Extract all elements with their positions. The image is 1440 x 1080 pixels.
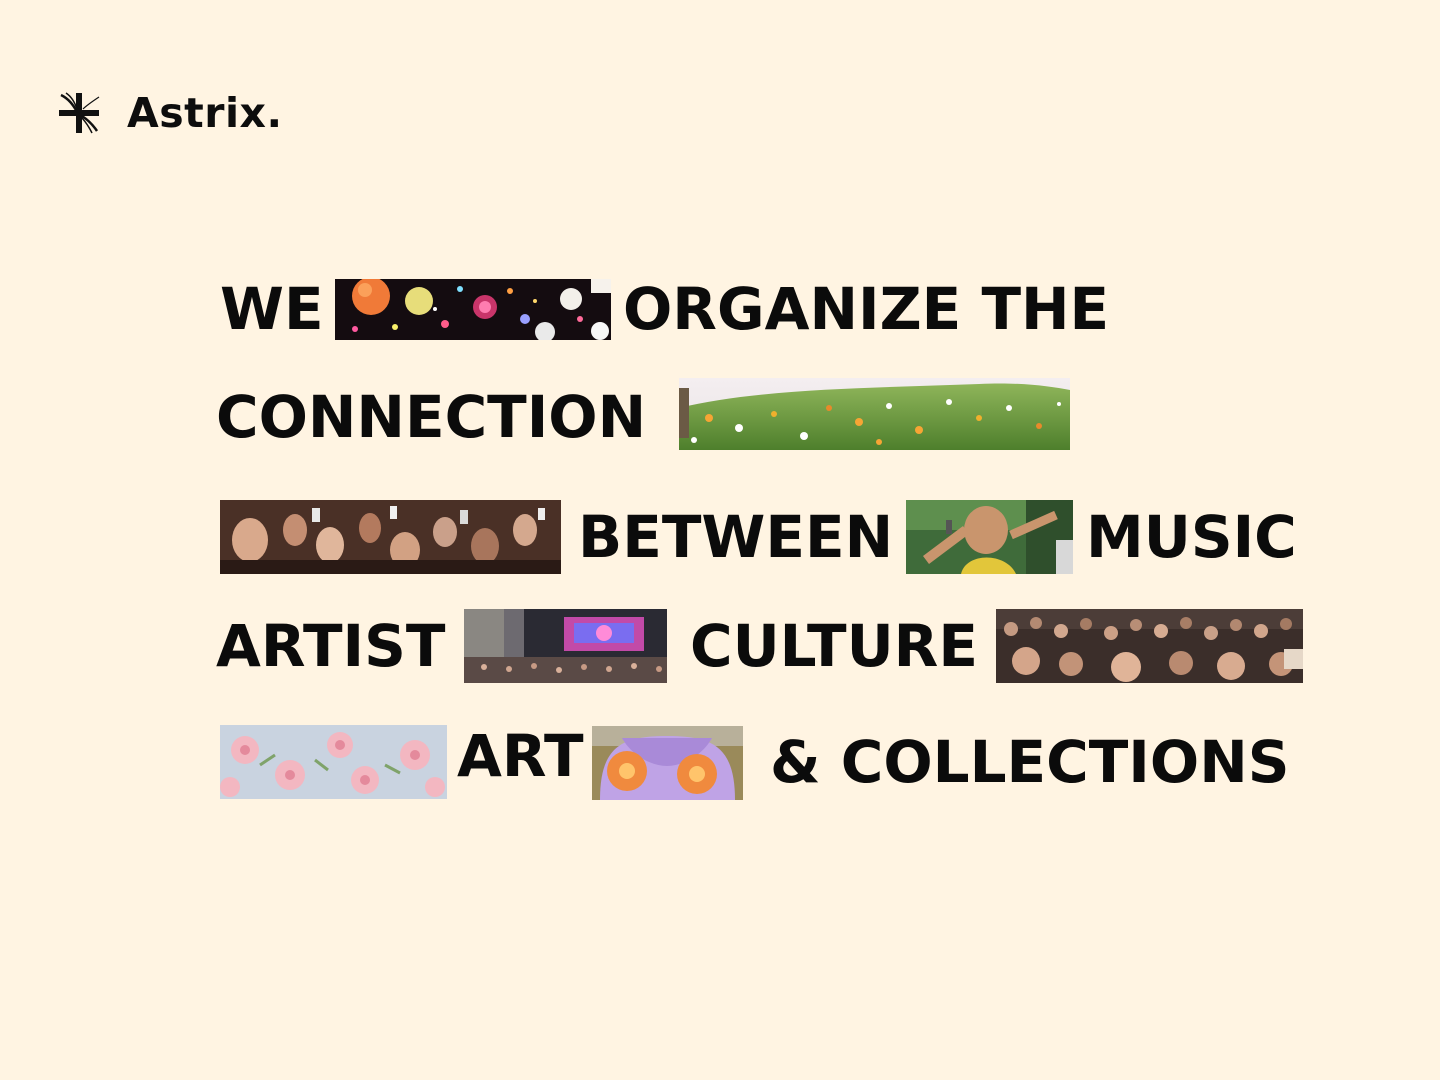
festival-stage-crowd-photo — [464, 609, 667, 683]
purple-inflatable-sculpture-photo — [592, 726, 743, 800]
flower-meadow-hill-photo — [679, 378, 1070, 450]
party-confetti-balloons-photo — [335, 279, 611, 340]
headline-word-organize-the: ORGANIZE THE — [623, 275, 1110, 343]
headline-word-we: WE — [220, 275, 324, 343]
headline-word-connection: CONNECTION — [216, 383, 647, 451]
pink-flower-wall-photo — [220, 725, 447, 799]
headline-word-culture: CULTURE — [690, 612, 978, 680]
concert-crowd-phones-photo — [220, 500, 561, 574]
brand-logo[interactable]: Astrix. — [55, 88, 283, 138]
brand-name: Astrix. — [127, 89, 283, 137]
headline-word-art: ART — [457, 722, 584, 790]
headline-word-between: BETWEEN — [578, 503, 894, 571]
pinwheel-cross-icon — [59, 92, 100, 134]
headline-word-collections: & COLLECTIONS — [770, 728, 1290, 796]
singer-performing-outdoor-photo — [906, 500, 1073, 574]
headline-word-artist: ARTIST — [216, 612, 446, 680]
dense-festival-crowd-photo — [996, 609, 1303, 683]
headline-word-music: MUSIC — [1086, 503, 1297, 571]
